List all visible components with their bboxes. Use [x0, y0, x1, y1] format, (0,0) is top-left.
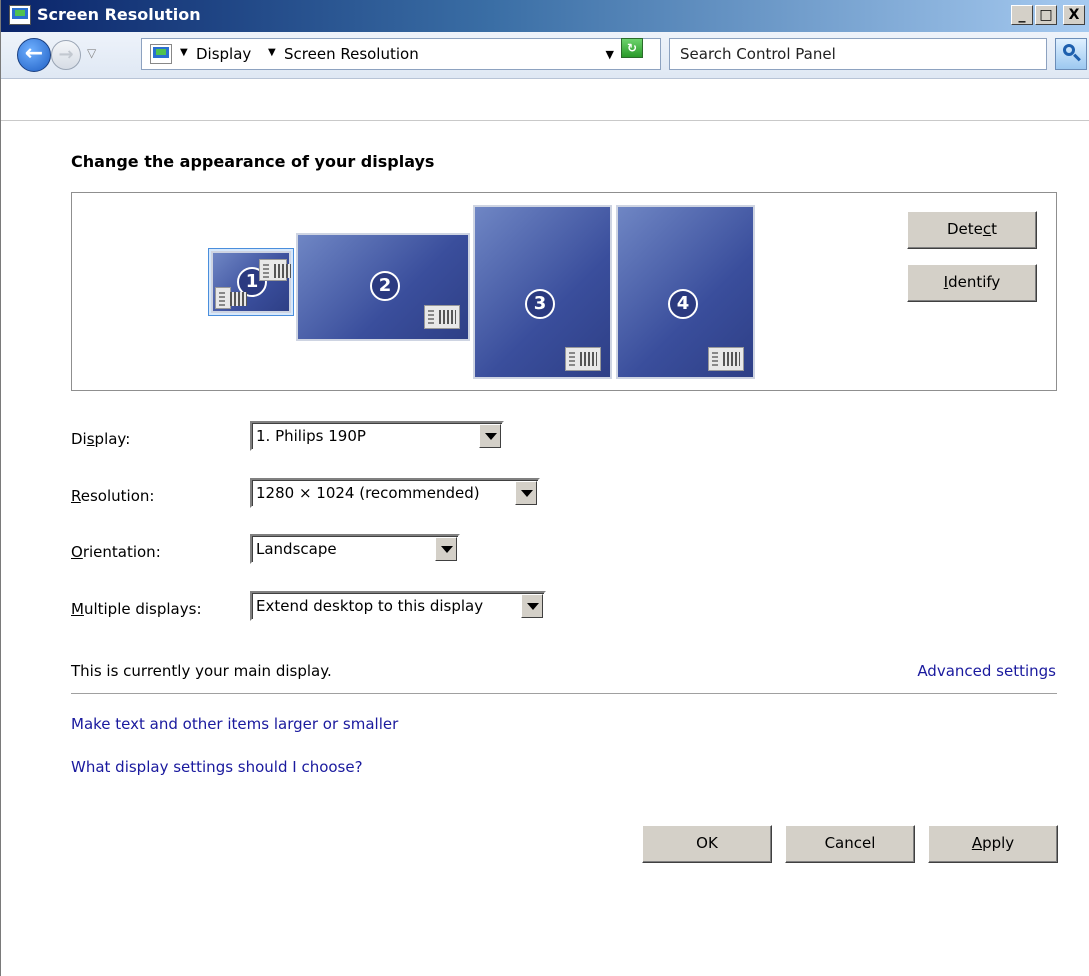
- recent-pages-chevron-icon[interactable]: ▽: [87, 46, 96, 60]
- address-bar[interactable]: ▼ Display ▼ Screen Resolution ▼: [141, 38, 661, 70]
- chevron-down-icon[interactable]: [521, 594, 543, 618]
- search-icon[interactable]: [1055, 38, 1087, 70]
- page-title: Change the appearance of your displays: [71, 152, 435, 171]
- resolution-select-value: 1280 × 1024 (recommended): [256, 484, 480, 502]
- text-size-link[interactable]: Make text and other items larger or smal…: [71, 715, 398, 733]
- label-accel: R: [71, 487, 81, 505]
- label-accel: O: [71, 543, 83, 561]
- monitor-icon: [259, 259, 291, 281]
- monitor-icon: [708, 347, 744, 371]
- apply-button[interactable]: Apply: [928, 825, 1058, 863]
- label-part: Di: [71, 430, 87, 448]
- maximize-button[interactable]: □: [1035, 5, 1057, 25]
- resolution-select[interactable]: 1280 × 1024 (recommended): [250, 478, 540, 508]
- search-input[interactable]: Search Control Panel: [669, 38, 1047, 70]
- title-bar[interactable]: Screen Resolution _ □ X: [1, 0, 1089, 32]
- divider: [1, 120, 1089, 121]
- resolution-label: Resolution:: [71, 487, 154, 505]
- address-dropdown-icon[interactable]: ▼: [606, 48, 614, 61]
- display-label: Display:: [71, 430, 130, 448]
- monitor-number: 3: [525, 289, 555, 319]
- display-settings-help-link[interactable]: What display settings should I choose?: [71, 758, 363, 776]
- multiple-displays-select[interactable]: Extend desktop to this display: [250, 591, 546, 621]
- display-select[interactable]: 1. Philips 190P: [250, 421, 504, 451]
- monitor-icon: [215, 287, 247, 309]
- label-accel: M: [71, 600, 84, 618]
- apply-label: pply: [982, 834, 1015, 852]
- refresh-icon[interactable]: ↻: [621, 38, 643, 58]
- breadcrumb-chevron-icon[interactable]: ▼: [268, 47, 276, 58]
- monitor-2[interactable]: 2: [296, 233, 470, 341]
- identify-label: dentify: [948, 273, 1001, 291]
- ok-button[interactable]: OK: [642, 825, 772, 863]
- navigation-bar: ← → ▽ ▼ Display ▼ Screen Resolution ▼ ↻ …: [1, 32, 1089, 122]
- cancel-button[interactable]: Cancel: [785, 825, 915, 863]
- advanced-settings-link[interactable]: Advanced settings: [917, 662, 1056, 680]
- forward-arrow-icon[interactable]: →: [51, 40, 81, 70]
- close-button[interactable]: X: [1063, 5, 1085, 25]
- monitor-icon: [565, 347, 601, 371]
- monitor-1[interactable]: 1: [211, 251, 291, 313]
- monitor-arrangement-panel: 1 2 3 4 Detect Identify: [71, 192, 1057, 391]
- identify-button[interactable]: Identify: [907, 264, 1037, 302]
- monitor-3[interactable]: 3: [473, 205, 612, 379]
- monitor-1-selection[interactable]: 1: [208, 248, 294, 316]
- search-placeholder: Search Control Panel: [680, 45, 836, 63]
- label-accel: s: [86, 430, 95, 448]
- screen-resolution-window: Screen Resolution _ □ X ← → ▽ ▼ Display …: [0, 0, 1089, 976]
- apply-accel: A: [971, 834, 983, 852]
- divider: [71, 693, 1057, 694]
- monitor-number: 4: [668, 289, 698, 319]
- detect-button[interactable]: Detect: [907, 211, 1037, 249]
- multiple-displays-label: Multiple displays:: [71, 600, 202, 618]
- breadcrumb-display[interactable]: Display: [196, 45, 251, 63]
- orientation-select[interactable]: Landscape: [250, 534, 460, 564]
- main-display-status: This is currently your main display.: [71, 662, 332, 680]
- display-app-icon: [9, 5, 31, 25]
- detect-accel: c: [982, 220, 992, 238]
- back-arrow-icon[interactable]: ←: [17, 38, 51, 72]
- chevron-down-icon[interactable]: [479, 424, 501, 448]
- orientation-label: Orientation:: [71, 543, 161, 561]
- breadcrumb-chevron-icon[interactable]: ▼: [180, 47, 188, 58]
- monitor-icon: [424, 305, 460, 329]
- window-title: Screen Resolution: [37, 5, 201, 24]
- detect-label: Dete: [946, 220, 983, 238]
- chevron-down-icon[interactable]: [435, 537, 457, 561]
- minimize-button[interactable]: _: [1011, 5, 1033, 25]
- multiple-displays-select-value: Extend desktop to this display: [256, 597, 484, 615]
- breadcrumb-screen-resolution[interactable]: Screen Resolution: [284, 45, 419, 63]
- label-part: rientation:: [82, 543, 161, 561]
- monitor-number: 2: [370, 271, 400, 301]
- chevron-down-icon[interactable]: [515, 481, 537, 505]
- label-part: ultiple displays:: [83, 600, 202, 618]
- monitor-4[interactable]: 4: [616, 205, 755, 379]
- detect-label-end: t: [991, 220, 998, 238]
- orientation-select-value: Landscape: [256, 540, 337, 558]
- label-part: esolution:: [80, 487, 155, 505]
- control-panel-icon: [150, 44, 172, 64]
- label-part: play:: [94, 430, 131, 448]
- display-select-value: 1. Philips 190P: [256, 427, 366, 445]
